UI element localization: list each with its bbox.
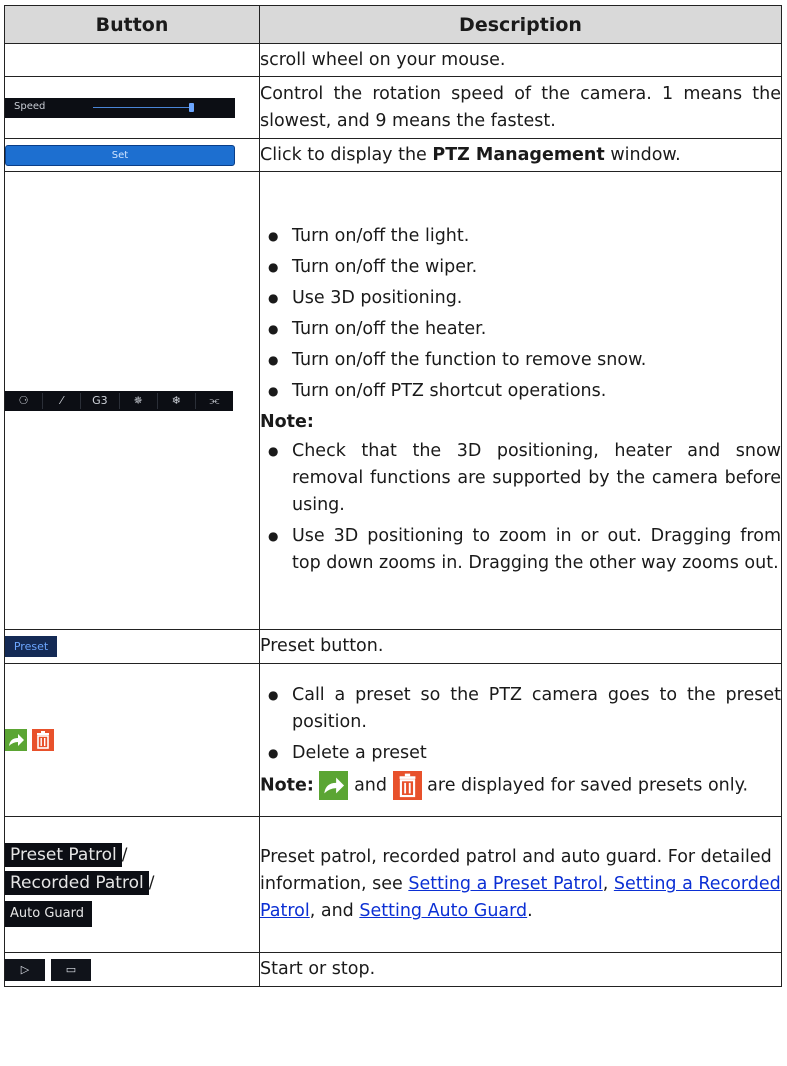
call-preset-icon <box>319 771 349 800</box>
note-label: Note: <box>260 411 314 432</box>
description-cell: Control the rotation speed of the camera… <box>259 76 782 139</box>
preset-button[interactable]: Preset <box>5 636 57 657</box>
set-button[interactable]: Set <box>5 144 235 166</box>
list-item: Use 3D positioning to zoom in or out. Dr… <box>260 523 781 577</box>
description-cell: scroll wheel on your mouse. <box>259 43 782 77</box>
button-cell: ▷ ▭ <box>4 952 260 987</box>
text-post: window. <box>604 144 681 165</box>
delete-preset-icon <box>392 771 422 800</box>
recorded-patrol-button[interactable]: Recorded Patrol <box>5 870 149 895</box>
auto-guard-button[interactable]: Auto Guard <box>5 900 92 927</box>
table-row: ⚆ ⁄ G3 ✵ ❄ ⫘ Turn on/off the light. Turn… <box>4 171 782 630</box>
speed-slider[interactable]: Speed <box>5 97 235 118</box>
row-text: Click to display the PTZ Management wind… <box>260 142 781 169</box>
button-cell: Preset <box>4 629 260 664</box>
preset-note: Note: and are displayed for saved preset… <box>260 771 781 800</box>
wiper-icon[interactable]: ⁄ <box>43 392 82 409</box>
button-description-table: Button Description scroll wheel on your … <box>4 5 782 987</box>
list-item: Call a preset so the PTZ camera goes to … <box>260 682 781 736</box>
call-preset-icon[interactable] <box>5 729 27 751</box>
3d-positioning-icon[interactable]: G3 <box>81 392 120 409</box>
list-item: Delete a preset <box>260 740 781 767</box>
end: . <box>527 901 533 921</box>
row-text: Control the rotation speed of the camera… <box>260 83 781 131</box>
link-auto-guard[interactable]: Setting Auto Guard <box>359 901 527 921</box>
list-item: Use 3D positioning. <box>260 285 781 312</box>
speed-track <box>93 106 191 108</box>
note-list: Check that the 3D positioning, heater an… <box>260 438 781 577</box>
description-cell: Call a preset so the PTZ camera goes to … <box>259 663 782 817</box>
button-cell: ⚆ ⁄ G3 ✵ ❄ ⫘ <box>4 171 260 630</box>
function-list: Turn on/off the light. Turn on/off the w… <box>260 223 781 405</box>
list-item: Check that the 3D positioning, heater an… <box>260 438 781 519</box>
description-cell: Turn on/off the light. Turn on/off the w… <box>259 171 782 630</box>
note-and: and <box>354 775 387 796</box>
heater-icon[interactable]: ✵ <box>120 392 158 409</box>
button-cell: Set <box>4 138 260 172</box>
speed-thumb[interactable] <box>189 102 194 112</box>
start-button[interactable]: ▷ <box>5 959 45 981</box>
row-text: Preset patrol, recorded patrol and auto … <box>260 844 781 925</box>
stop-button[interactable]: ▭ <box>51 959 91 981</box>
button-cell: Preset Patrol / Recorded Patrol / Auto Gua… <box>4 816 260 953</box>
description-cell: Preset button. <box>259 629 782 664</box>
row-text: Preset button. <box>260 636 384 656</box>
slash: / <box>121 844 128 865</box>
list-item: Turn on/off the heater. <box>260 316 781 343</box>
table-row: ▷ ▭ Start or stop. <box>4 952 782 987</box>
preset-action-list: Call a preset so the PTZ camera goes to … <box>260 682 781 767</box>
list-item: Turn on/off the light. <box>260 223 781 250</box>
row-text: scroll wheel on your mouse. <box>260 49 506 70</box>
delete-preset-icon[interactable] <box>32 729 55 751</box>
ptz-management-label: PTZ Management <box>432 144 605 165</box>
link-preset-patrol[interactable]: Setting a Preset Patrol <box>408 874 602 894</box>
table-header-row: Button Description <box>4 5 782 44</box>
slash: / <box>148 872 155 893</box>
button-cell <box>4 43 260 77</box>
function-icon-bar: ⚆ ⁄ G3 ✵ ❄ ⫘ <box>5 390 233 411</box>
shortcut-icon[interactable]: ⫘ <box>196 393 233 409</box>
list-item: Turn on/off PTZ shortcut operations. <box>260 378 781 405</box>
table-row: Speed Control the rotation speed of the … <box>4 76 782 139</box>
speed-label: Speed <box>14 100 46 112</box>
text-pre: Click to display the <box>260 144 433 165</box>
header-description: Description <box>259 5 782 44</box>
row-text: Start or stop. <box>260 959 376 979</box>
description-cell: Click to display the PTZ Management wind… <box>259 138 782 172</box>
list-item: Turn on/off the wiper. <box>260 254 781 281</box>
note-label: Note: <box>260 775 314 796</box>
description-cell: Preset patrol, recorded patrol and auto … <box>259 816 782 953</box>
table-row: Call a preset so the PTZ camera goes to … <box>4 663 782 817</box>
header-button: Button <box>4 5 260 44</box>
button-cell: Speed <box>4 76 260 139</box>
list-item: Turn on/off the function to remove snow. <box>260 347 781 374</box>
table-row: Preset Patrol / Recorded Patrol / Auto Gua… <box>4 816 782 953</box>
description-cell: Start or stop. <box>259 952 782 987</box>
note-tail: are displayed for saved presets only. <box>427 775 749 796</box>
table-row: Preset Preset button. <box>4 629 782 664</box>
table-row: scroll wheel on your mouse. <box>4 43 782 77</box>
preset-patrol-button[interactable]: Preset Patrol <box>5 842 122 867</box>
light-icon[interactable]: ⚆ <box>5 392 44 409</box>
button-cell <box>4 663 260 817</box>
snow-removal-icon[interactable]: ❄ <box>158 392 196 409</box>
sep: , and <box>309 901 360 921</box>
table-row: Set Click to display the PTZ Management … <box>4 138 782 172</box>
sep: , <box>602 874 614 894</box>
